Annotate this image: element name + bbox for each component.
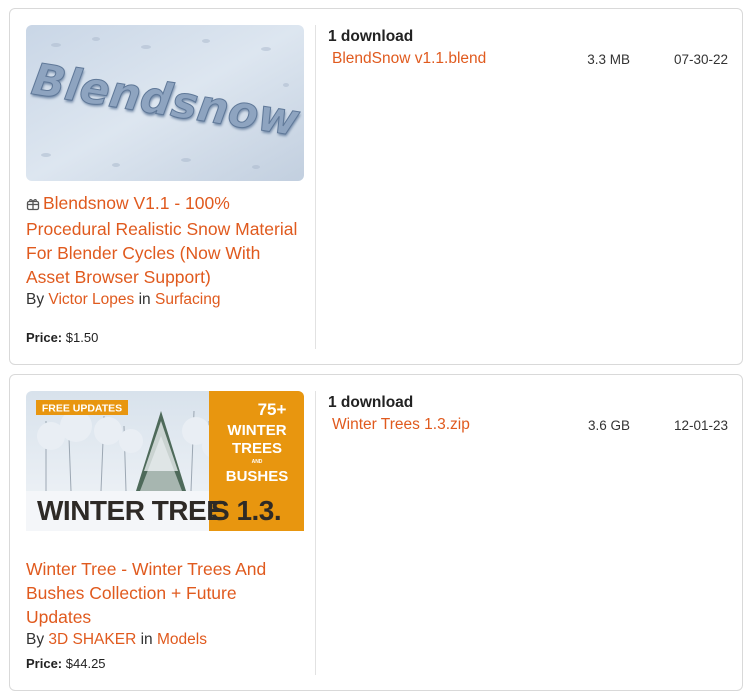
author-link[interactable]: 3D SHAKER (48, 631, 136, 648)
thumb-line-bushes: BUSHES (226, 468, 289, 485)
product-price: Price: $1.50 (26, 330, 98, 345)
product-card: Blendsnow Blendsnow Blendsnow V1.1 - 100… (9, 8, 743, 365)
category-link[interactable]: Surfacing (155, 291, 220, 308)
thumb-line-winter: WINTER (227, 422, 286, 439)
file-download-link[interactable]: Winter Trees 1.3.zip (332, 416, 470, 434)
file-size: 3.3 MB (587, 52, 630, 67)
free-updates-badge: FREE UPDATES (42, 403, 122, 415)
file-row: Winter Trees 1.3.zip 3.6 GB 12-01-23 (328, 416, 728, 440)
file-date: 12-01-23 (673, 418, 728, 433)
product-title-link[interactable]: Blendsnow V1.1 - 100% Procedural Realist… (26, 191, 304, 289)
download-count: 1 download (328, 394, 414, 411)
file-size: 3.6 GB (587, 418, 630, 433)
price-value: $1.50 (65, 330, 99, 345)
category-link[interactable]: Models (157, 631, 207, 648)
thumb-line-and: AND (252, 459, 263, 465)
product-byline: By Victor Lopes in Surfacing (26, 289, 304, 311)
product-thumbnail[interactable]: FREE UPDATES 75+ WINTER TREES AND BUSHES… (26, 391, 304, 547)
by-label: By (26, 631, 45, 648)
downloads-panel: 1 download BlendSnow v1.1.blend 3.3 MB 0… (328, 28, 728, 74)
product-title-link[interactable]: Winter Tree - Winter Trees And Bushes Co… (26, 557, 304, 629)
winter-trees-thumbnail-image: FREE UPDATES 75+ WINTER TREES AND BUSHES… (26, 391, 304, 531)
gift-icon (26, 193, 40, 217)
column-divider (315, 25, 316, 349)
price-value: $44.25 (65, 656, 106, 671)
product-title-text: Winter Tree - Winter Trees And Bushes Co… (26, 559, 267, 627)
product-thumbnail[interactable]: Blendsnow Blendsnow (26, 25, 304, 181)
product-byline: By 3D SHAKER in Models (26, 629, 304, 651)
file-row: BlendSnow v1.1.blend 3.3 MB 07-30-22 (328, 50, 728, 74)
file-download-link[interactable]: BlendSnow v1.1.blend (332, 50, 486, 68)
column-divider (315, 391, 316, 675)
blendsnow-thumbnail-image: Blendsnow Blendsnow (26, 25, 304, 181)
download-count: 1 download (328, 28, 414, 45)
thumb-big-title-b: S 1.3. (211, 495, 281, 526)
price-label: Price: (26, 330, 63, 345)
by-label: By (26, 291, 45, 308)
product-price: Price: $44.25 (26, 656, 106, 671)
in-label: in (138, 291, 151, 308)
author-link[interactable]: Victor Lopes (48, 291, 134, 308)
product-info: FREE UPDATES 75+ WINTER TREES AND BUSHES… (26, 391, 304, 651)
in-label: in (140, 631, 153, 648)
thumb-count: 75+ (258, 400, 287, 419)
downloads-panel: 1 download Winter Trees 1.3.zip 3.6 GB 1… (328, 394, 728, 440)
thumb-line-trees: TREES (232, 440, 282, 457)
product-info: Blendsnow Blendsnow Blendsnow V1.1 - 100… (26, 25, 304, 311)
product-title-text: Blendsnow V1.1 - 100% Procedural Realist… (26, 193, 298, 287)
file-date: 07-30-22 (673, 52, 728, 67)
thumb-big-title-a: WINTER TREE (37, 495, 224, 526)
price-label: Price: (26, 656, 63, 671)
product-card: FREE UPDATES 75+ WINTER TREES AND BUSHES… (9, 374, 743, 691)
